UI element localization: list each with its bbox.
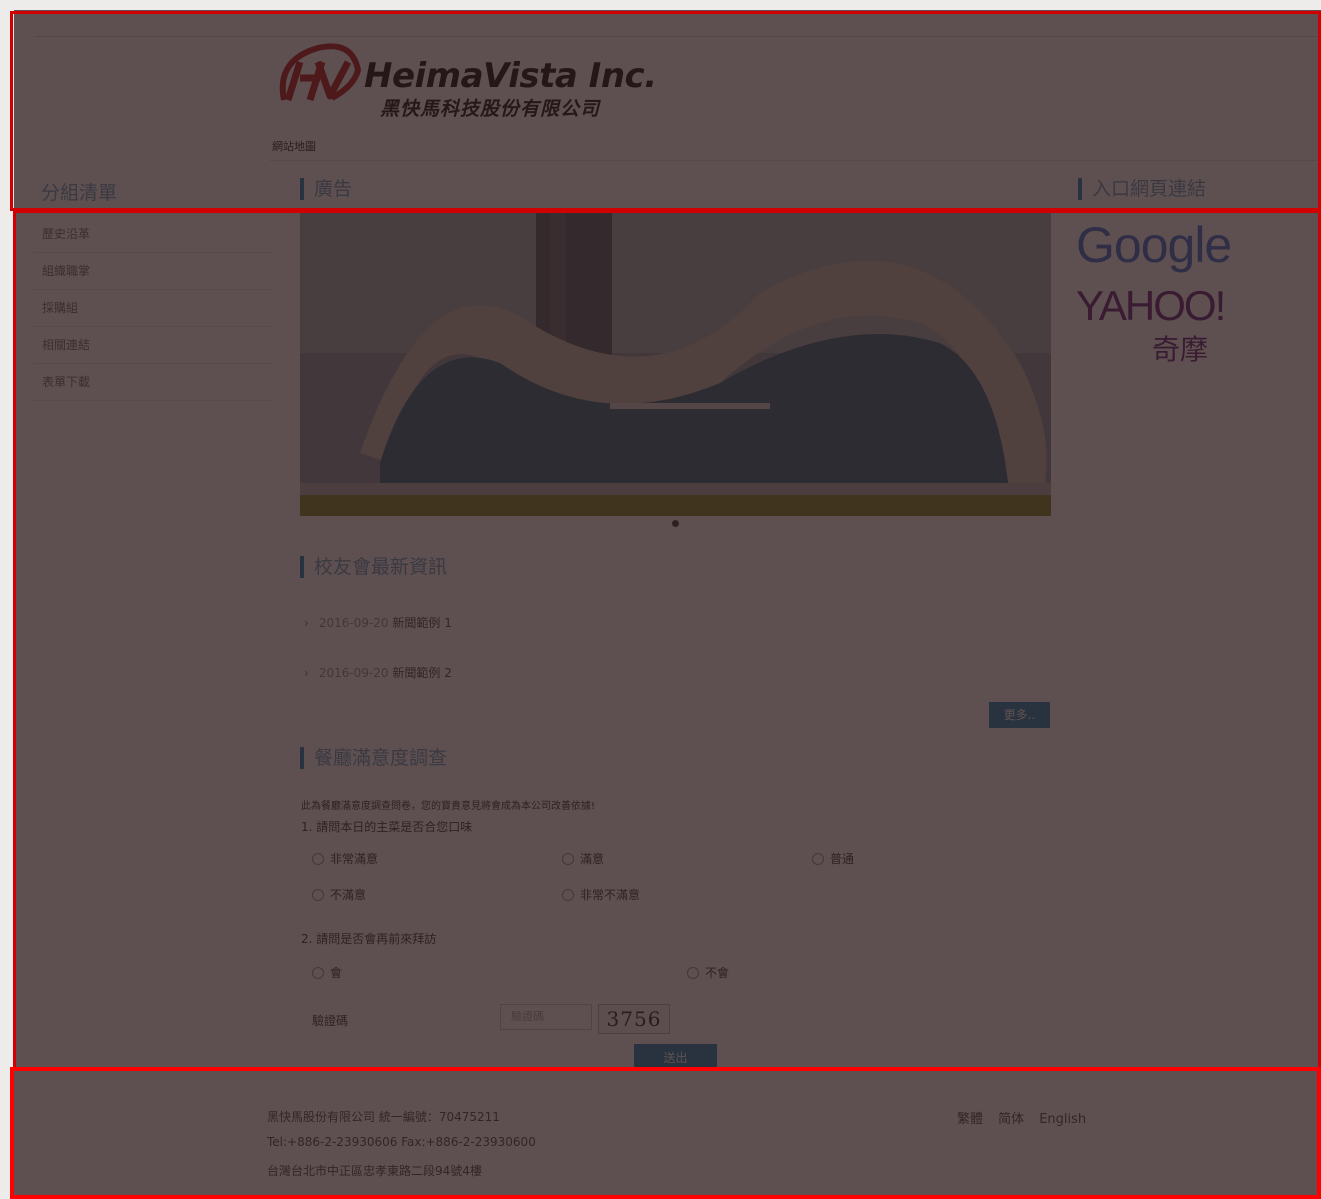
portal-title: 入口網頁連結 [1078,178,1206,200]
q2-option-yes[interactable]: 會 [312,964,342,981]
survey-intro: 此為餐廳滿意度調查問卷，您的寶貴意見將會成為本公司改善依據! [301,801,596,812]
news-item[interactable]: › 2016-09-20 新聞範例 2 [304,664,452,681]
news-headline: 新聞範例 2 [392,666,452,680]
footer-contact: Tel:+886-2-23930606 Fax:+886-2-23930600 [267,1135,536,1149]
q1-option-very-unsatisfied[interactable]: 非常不滿意 [562,886,640,903]
logo-main-text: HeimaVista Inc. [364,56,657,96]
radio-button[interactable] [562,888,574,901]
option-label: 非常不滿意 [580,888,641,902]
sidebar-item-history[interactable]: 歷史沿革 [34,216,274,253]
lang-simplified[interactable]: 简体 [998,1112,1024,1127]
radio-button[interactable] [312,888,324,901]
q1-option-unsatisfied[interactable]: 不滿意 [312,886,366,903]
survey-question-1: 1. 請問本日的主菜是否合您口味 [301,820,473,834]
captcha-label: 驗證碼 [312,1014,349,1028]
radio-button[interactable] [312,966,324,979]
option-label: 會 [330,966,343,980]
q1-option-very-satisfied[interactable]: 非常滿意 [312,850,378,867]
yahoo-link[interactable]: YAHOO! [1076,282,1226,330]
top-divider [34,36,1321,37]
radio-button[interactable] [812,852,824,865]
yahoo-kimo-text: 奇摩 [1152,333,1209,366]
footer-address: 台灣台北市中正區忠孝東路二段94號4樓 [267,1164,482,1178]
q2-option-no[interactable]: 不會 [687,964,729,981]
lang-english[interactable]: English [1039,1112,1086,1127]
google-link[interactable]: Google [1076,216,1232,274]
news-item[interactable]: › 2016-09-20 新聞範例 1 [304,614,452,631]
radio-button[interactable] [312,852,324,865]
chevron-right-icon: › [304,616,309,630]
option-label: 不會 [705,966,730,980]
q1-option-satisfied[interactable]: 滿意 [562,850,604,867]
header-divider [270,160,1321,161]
google-logo: Google [1076,217,1232,273]
sitemap-link[interactable]: 網站地圖 [272,138,316,154]
sidebar-item-organization[interactable]: 組織職掌 [34,253,274,290]
news-date: 2016-09-20 [318,616,389,630]
news-title: 校友會最新資訊 [300,556,447,578]
option-label: 非常滿意 [330,852,379,866]
radio-button[interactable] [687,966,699,979]
survey-title: 餐廳滿意度調查 [300,747,447,769]
carousel-dot[interactable] [672,520,679,527]
sidebar-item-procurement[interactable]: 採購組 [34,290,274,327]
language-switcher: 繁體 简体 English [957,1108,1096,1127]
sidebar-item-forms[interactable]: 表單下載 [34,364,274,401]
chevron-right-icon: › [304,666,309,680]
news-headline: 新聞範例 1 [392,616,452,630]
q1-option-normal[interactable]: 普通 [812,850,854,867]
captcha-image[interactable]: 3756 [598,1004,670,1034]
footer-company: 黑快馬股份有限公司 統一編號：70475211 [267,1110,500,1124]
yahoo-logo: YAHOO! [1076,282,1226,329]
option-label: 滿意 [580,852,605,866]
ads-title: 廣告 [300,178,352,200]
captcha-input[interactable]: 驗證碼 [500,1004,592,1030]
footer: 黑快馬股份有限公司 統一編號：70475211 Tel:+886-2-23930… [14,1068,1321,1199]
sidebar-title: 分組清單 [41,182,118,204]
lang-traditional[interactable]: 繁體 [957,1112,983,1127]
option-label: 不滿意 [330,888,367,902]
sidebar-list: 歷史沿革 組織職掌 採購組 相關連結 表單下載 [34,216,274,401]
option-label: 普通 [830,852,855,866]
sidebar-item-links[interactable]: 相關連結 [34,327,274,364]
logo-sub-text: 黑快馬科技股份有限公司 [380,98,601,120]
news-date: 2016-09-20 [318,666,389,680]
banner-image[interactable] [300,213,1051,516]
page: HeimaVista Inc. 黑快馬科技股份有限公司 網站地圖 分組清單 廣告… [14,10,1321,1199]
survey-question-2: 2. 請問是否會再前來拜訪 [301,932,437,946]
radio-button[interactable] [562,852,574,865]
more-button[interactable]: 更多.. [989,702,1050,728]
